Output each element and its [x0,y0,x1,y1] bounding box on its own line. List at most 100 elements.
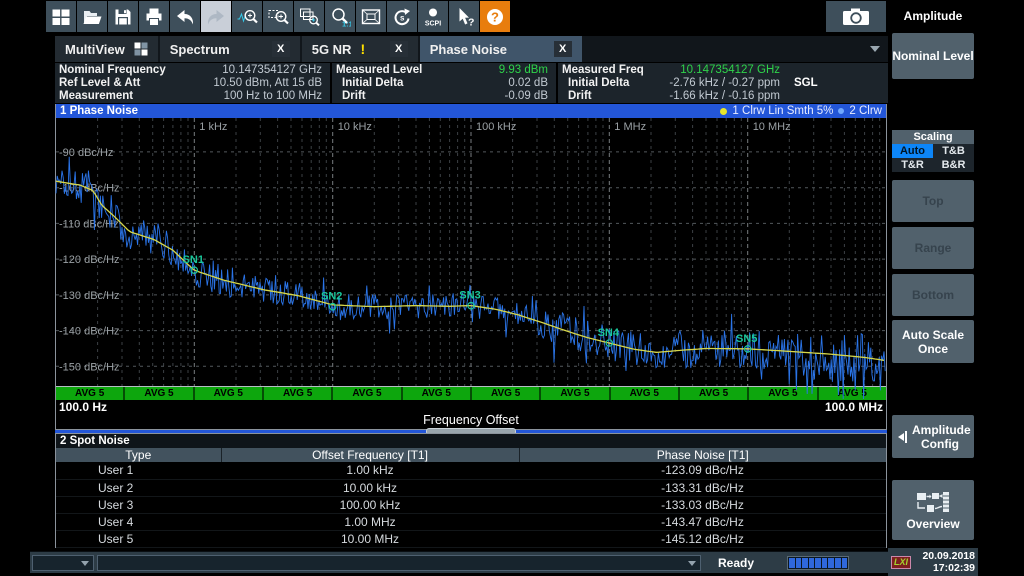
tab-overflow-arrow-icon[interactable] [870,46,880,52]
phase-noise-diagram[interactable]: 1 kHz10 kHz100 kHz1 MHz10 MHz-90 dBc/Hz-… [56,118,886,386]
spot-noise-row[interactable]: User 41.00 MHz-143.47 dBc/Hz [56,513,886,530]
zoom-one-to-one-icon[interactable]: 1:1 [325,1,355,32]
zoom-signal-icon[interactable] [232,1,262,32]
info-value: -1.66 kHz / -0.16 ppm [592,90,780,103]
type-cell: User 1 [56,462,221,479]
instrument-screen: 1:1 s SCPI ? ? MultiView Spectrum X 5G N… [0,0,1024,576]
overview-softkey[interactable]: Overview [892,480,974,540]
tab-label: Phase Noise [430,42,545,57]
scaling-option-auto[interactable]: Auto [892,144,933,158]
auto-refresh-icon[interactable]: s [387,1,417,32]
close-tab-icon[interactable]: X [272,41,290,57]
auto-scale-once-softkey[interactable]: Auto Scale Once [892,320,974,363]
spot-noise-window: 2 Spot Noise Type Offset Frequency [T1] … [55,433,887,548]
svg-text:10 MHz: 10 MHz [753,121,791,133]
close-tab-icon[interactable]: X [390,41,408,57]
info-label: Initial Delta [562,77,629,90]
spot-noise-row[interactable]: User 3100.00 kHz-133.03 dBc/Hz [56,496,886,513]
toolbar: 1:1 s SCPI ? ? [46,1,510,32]
info-tag [780,90,880,103]
svg-text:-120 dBc/Hz: -120 dBc/Hz [59,254,120,266]
type-cell: User 5 [56,530,221,547]
window-title[interactable]: 2 Spot Noise [56,434,886,448]
context-help-q: ? [468,16,474,28]
overview-diagram-icon [916,490,950,514]
progress-segment [828,558,834,568]
info-label: Nominal Frequency [59,64,166,77]
spot-noise-row[interactable]: User 210.00 kHz-133.31 dBc/Hz [56,479,886,496]
open-file-icon[interactable] [77,1,107,32]
tab-multiview[interactable]: MultiView [55,36,158,62]
scaling-option-tr[interactable]: T&R [892,158,933,172]
top-softkey[interactable]: Top [892,180,974,222]
spot-noise-row[interactable]: User 11.00 kHz-123.09 dBc/Hz [56,462,886,479]
range-softkey[interactable]: Range [892,227,974,269]
info-value: -0.09 dB [366,90,548,103]
trace2-dot-icon [838,108,844,114]
status-message-dropdown[interactable] [97,555,701,571]
offset-frequency-cell: 10.00 MHz [221,530,519,547]
display-frame-icon[interactable] [356,1,386,32]
info-value: 10.147354127 GHz [644,64,780,77]
x-axis-title: Frequency Offset [56,414,886,428]
offset-frequency-cell: 1.00 MHz [221,513,519,530]
print-icon[interactable] [139,1,169,32]
info-value: 0.02 dB [403,77,548,90]
progress-segment [789,558,795,568]
svg-text:10 kHz: 10 kHz [338,121,372,133]
screenshot-button[interactable] [826,1,886,32]
scpi-recorder-icon[interactable]: SCPI [418,1,448,32]
info-label: Drift [562,90,592,103]
x-axis-stop: 100.0 MHz [825,400,883,414]
svg-text:SN5: SN5 [736,333,757,345]
context-help-icon[interactable]: ? [449,1,479,32]
scpi-label: SCPI [425,20,441,27]
column-header-phase-noise: Phase Noise [T1] [519,448,886,462]
time: 17:02:39 [933,562,975,574]
undo-icon[interactable] [170,1,200,32]
svg-text:1 MHz: 1 MHz [614,121,646,133]
type-cell: User 2 [56,479,221,496]
zoom-selection-icon[interactable] [263,1,293,32]
column-header-offset-frequency: Offset Frequency [T1] [221,448,519,462]
amplitude-config-softkey[interactable]: Amplitude Config [892,415,974,458]
spot-noise-table: Type Offset Frequency [T1] Phase Noise [… [56,448,886,548]
column-header-type: Type [56,448,221,462]
phase-noise-cell: -133.03 dBc/Hz [519,496,886,513]
window-title-bar[interactable]: 1 Phase Noise 1 Clrw Lin Smth 5% 2 Clrw [56,104,886,118]
offset-frequency-cell: 100.00 kHz [221,496,519,513]
info-label: Measured Level [336,64,422,77]
info-label: Initial Delta [336,77,403,90]
close-tab-icon[interactable]: X [554,41,572,57]
lxi-logo: LXI [891,556,911,569]
progress-segment [835,558,841,568]
save-icon[interactable] [108,1,138,32]
info-value: 100 Hz to 100 MHz [133,90,322,103]
multi-zoom-icon[interactable] [294,1,324,32]
scaling-option-br[interactable]: B&R [933,158,974,172]
tab-spectrum[interactable]: Spectrum X [160,36,300,62]
svg-text:-130 dBc/Hz: -130 dBc/Hz [59,290,120,302]
progress-segment [822,558,828,568]
channel-tab-bar: MultiView Spectrum X 5G NR ! X Phase Noi… [55,36,888,62]
redo-icon[interactable] [201,1,231,32]
status-ready-label: Ready [718,555,754,571]
help-icon[interactable]: ? [480,1,510,32]
progress-segment [815,558,821,568]
bottom-softkey[interactable]: Bottom [892,274,974,316]
tab-5g-nr[interactable]: 5G NR ! X [302,36,418,62]
status-dropdown-small[interactable] [32,555,94,571]
progress-segment [796,558,802,568]
nominal-level-softkey[interactable]: Nominal Level [892,33,974,79]
tab-phase-noise[interactable]: Phase Noise X [420,36,582,62]
windows-icon[interactable] [46,1,76,32]
scaling-option-tb[interactable]: T&B [933,144,974,158]
type-cell: User 4 [56,513,221,530]
info-value: 10.50 dBm, Att 15 dB [140,77,322,90]
svg-text:100 kHz: 100 kHz [476,121,516,133]
progress-segment [842,558,848,568]
phase-noise-cell: -145.12 dBc/Hz [519,530,886,547]
date-time: 20.09.2018 17:02:39 [915,550,975,574]
x-axis-start: 100.0 Hz [59,400,107,414]
spot-noise-row[interactable]: User 510.00 MHz-145.12 dBc/Hz [56,530,886,547]
